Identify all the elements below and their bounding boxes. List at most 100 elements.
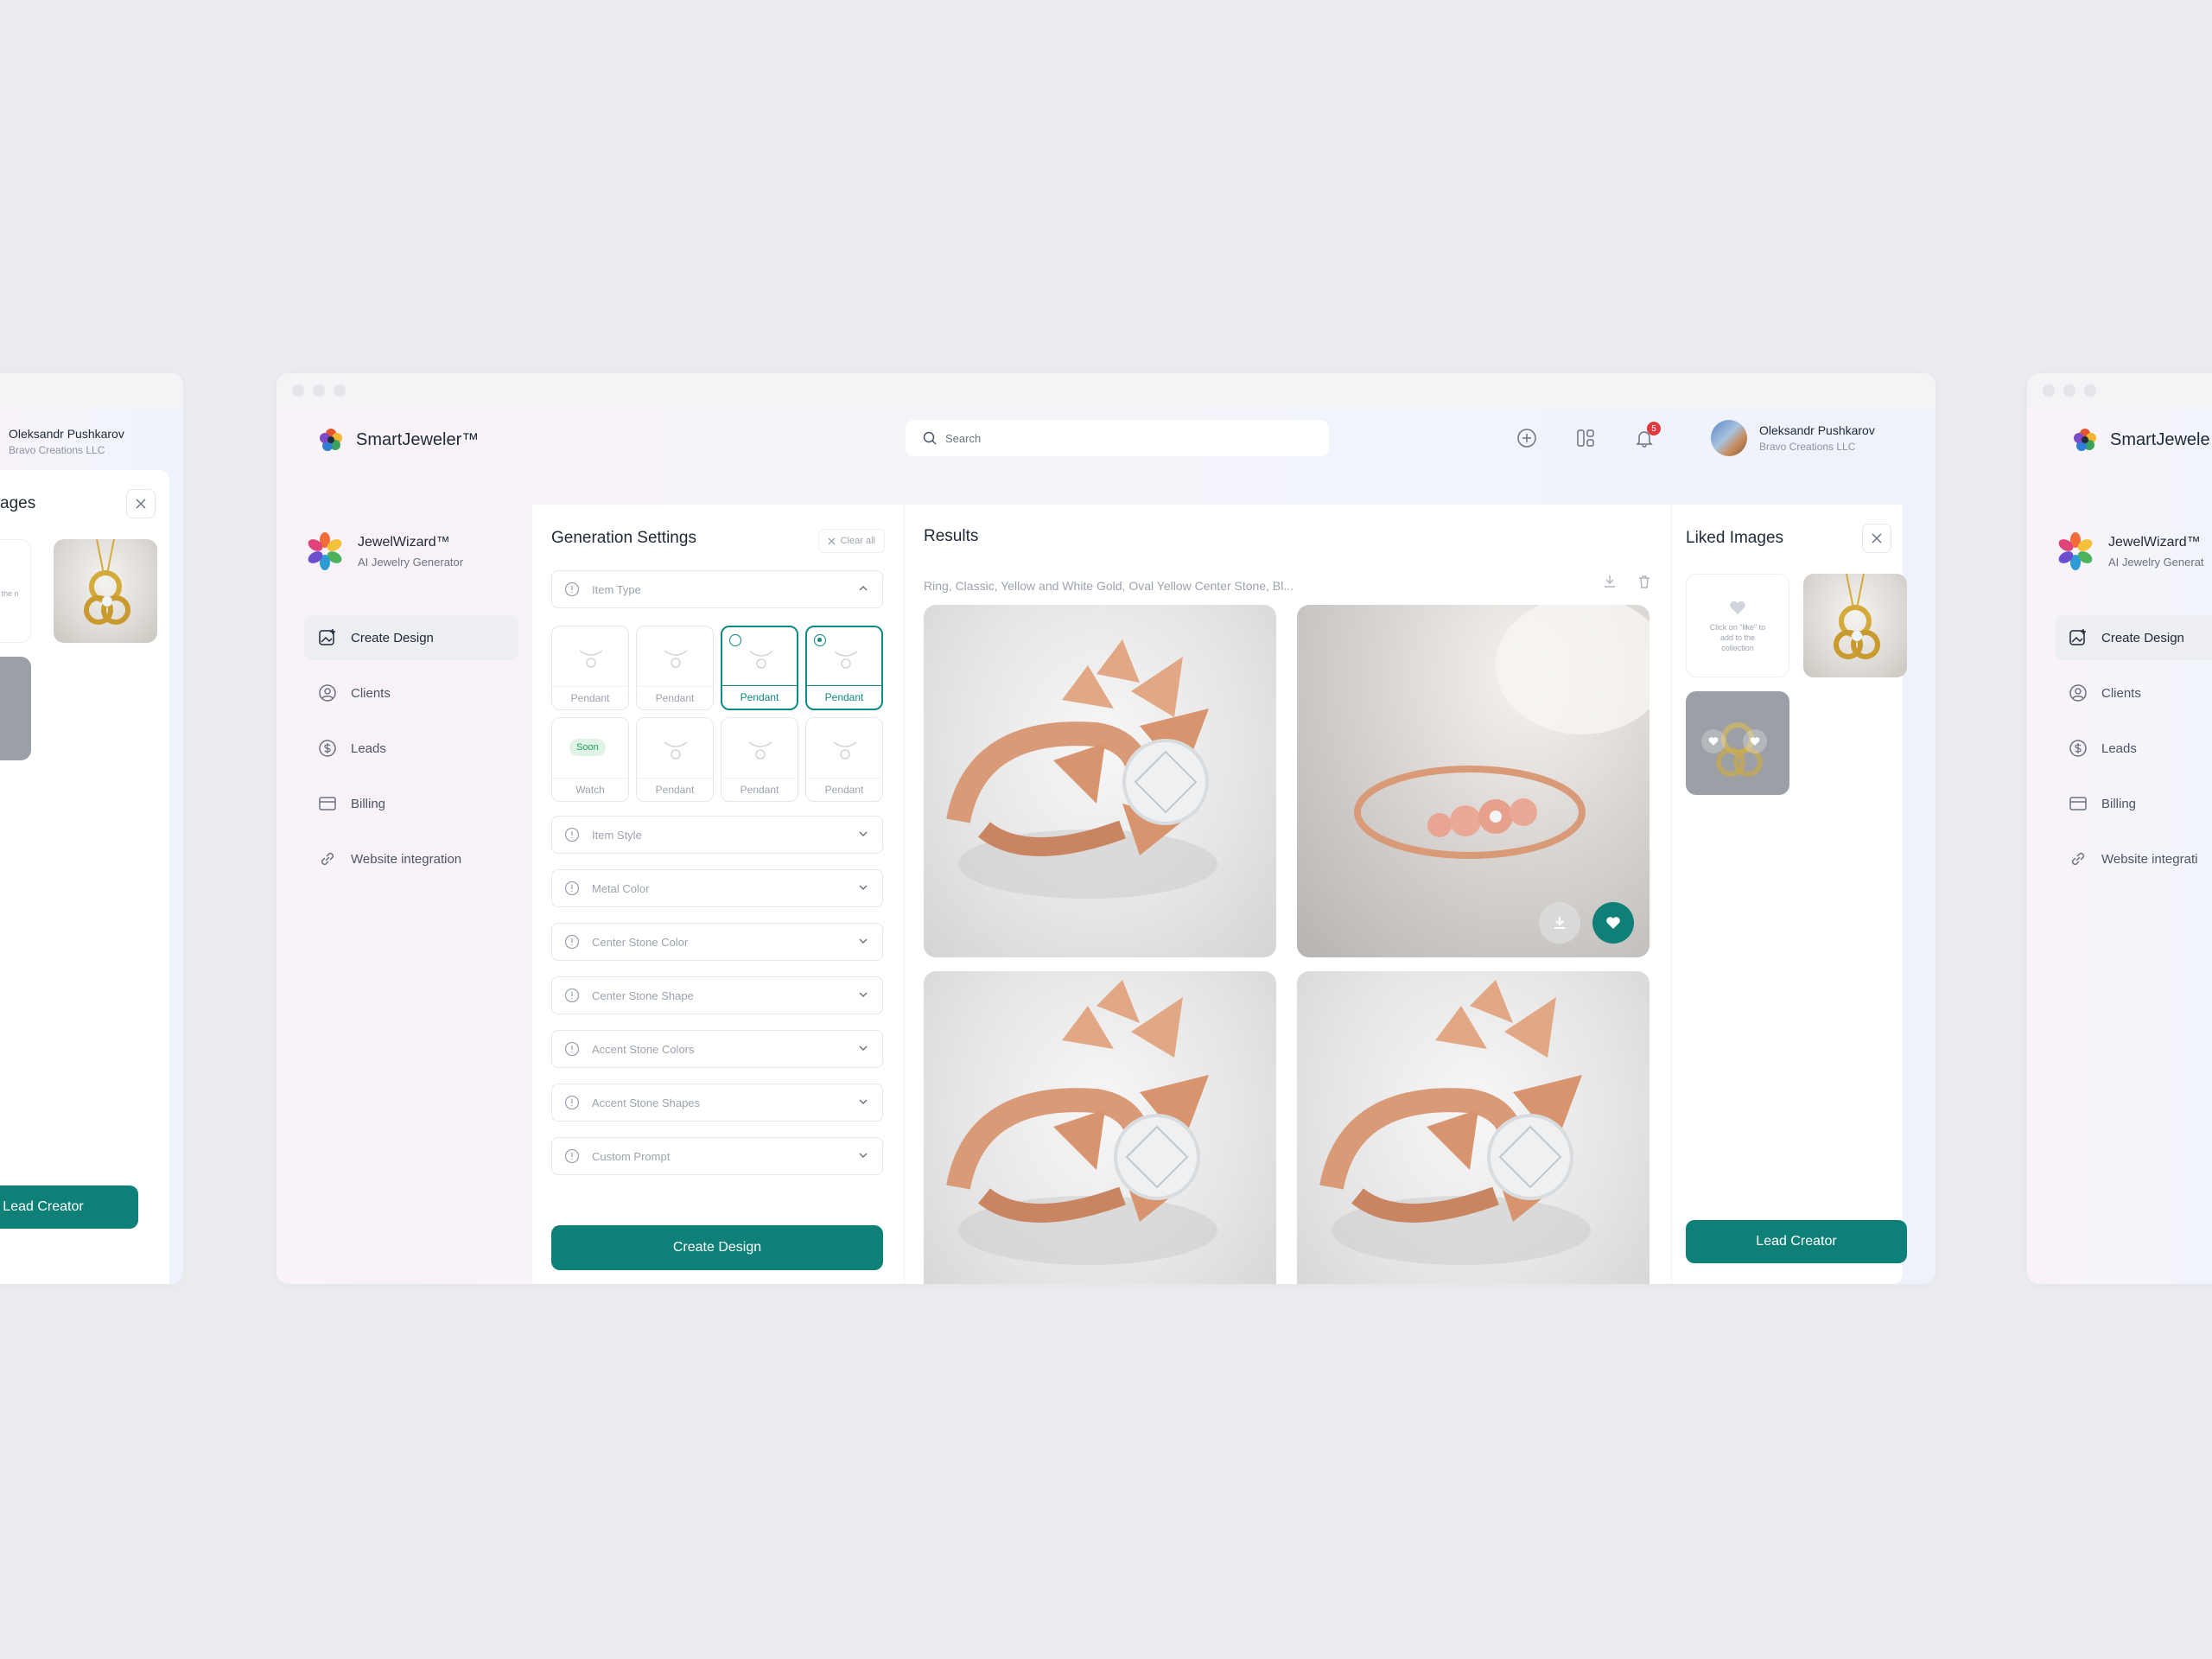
ring-image-icon: [1319, 980, 1591, 1265]
notification-badge: 5: [1647, 422, 1661, 435]
download-button[interactable]: [1539, 902, 1580, 944]
panel-title: ages: [0, 494, 36, 512]
window-dot[interactable]: [292, 385, 304, 397]
create-design-button[interactable]: Create Design: [551, 1225, 883, 1270]
item-style-dropdown[interactable]: Item Style: [551, 816, 883, 854]
hint-text: ike" the n: [0, 589, 19, 598]
sidebar-item-create-design[interactable]: Create Design: [2055, 615, 2212, 660]
result-image[interactable]: [1297, 605, 1649, 957]
chevron-down-icon: [859, 885, 868, 891]
sidebar-item-leads[interactable]: Leads: [304, 726, 518, 771]
window-titlebar: [276, 373, 1936, 408]
sidebar-item-label: Billing: [351, 796, 386, 811]
center-stone-shape-dropdown[interactable]: Center Stone Shape: [551, 976, 883, 1014]
radio-button[interactable]: [814, 634, 826, 646]
info-icon: [564, 827, 580, 842]
item-type-tile-selected[interactable]: Pendant: [805, 626, 883, 710]
brand-subtitle: AI Jewelry Generator: [358, 555, 464, 569]
item-type-tile[interactable]: Pendant: [636, 626, 714, 710]
flower-logo-icon: [2058, 532, 2093, 570]
brand-name: JewelWizard™: [358, 534, 450, 550]
layout-button[interactable]: [1573, 425, 1599, 451]
sidebar-item-billing[interactable]: Billing: [2055, 781, 2212, 826]
unlike-button[interactable]: [1701, 729, 1726, 753]
result-image[interactable]: [924, 971, 1276, 1284]
accent-stone-shapes-dropdown[interactable]: Accent Stone Shapes: [551, 1084, 883, 1122]
accent-stone-colors-dropdown[interactable]: Accent Stone Colors: [551, 1030, 883, 1068]
user-menu[interactable]: Oleksandr Pushkarov Bravo Creations LLC: [1711, 420, 1875, 456]
pendant-icon: [834, 651, 858, 669]
item-type-tile[interactable]: Pendant: [636, 717, 714, 802]
app-logo[interactable]: SmartJewele: [2072, 427, 2210, 453]
search-placeholder: Search: [945, 431, 982, 445]
generation-settings-panel: Generation Settings Clear all Item Type …: [532, 505, 904, 1284]
left-window: Oleksandr Pushkarov Bravo Creations LLC …: [0, 373, 183, 1284]
close-button[interactable]: [1862, 524, 1891, 553]
sidebar-item-billing[interactable]: Billing: [304, 781, 518, 826]
clear-all-button[interactable]: Clear all: [817, 529, 885, 553]
tile-label: Watch: [552, 778, 628, 796]
app-name: SmartJewele: [2110, 429, 2210, 449]
result-image[interactable]: [1297, 971, 1649, 1284]
liked-empty-slot: ike" the n: [0, 539, 31, 643]
item-type-dropdown[interactable]: Item Type: [551, 570, 883, 608]
field-label: Center Stone Shape: [592, 988, 694, 1002]
metal-color-dropdown[interactable]: Metal Color: [551, 869, 883, 907]
liked-thumbnail[interactable]: [1686, 691, 1789, 795]
like-button[interactable]: [1592, 902, 1634, 944]
avatar: [1711, 420, 1747, 456]
info-icon: [564, 1041, 580, 1057]
lead-creator-button[interactable]: Lead Creator: [0, 1185, 138, 1229]
item-type-tile[interactable]: Soon Watch: [551, 717, 629, 802]
item-type-tile[interactable]: Pendant: [721, 626, 798, 710]
dollar-circle-icon: [319, 740, 336, 757]
trash-icon[interactable]: [1637, 574, 1652, 589]
chevron-down-icon: [859, 831, 868, 837]
window-dot[interactable]: [334, 385, 346, 397]
window-dot[interactable]: [2084, 385, 2096, 397]
window-dot[interactable]: [2063, 385, 2075, 397]
close-button[interactable]: [126, 489, 156, 518]
sidebar-item-website-integration[interactable]: Website integration: [304, 836, 518, 881]
field-label: Accent Stone Colors: [592, 1042, 695, 1056]
user-org: Bravo Creations LLC: [9, 444, 105, 456]
sidebar-item-clients[interactable]: Clients: [304, 671, 518, 715]
panel-title: Liked Images: [1686, 529, 1784, 547]
sidebar-item-leads[interactable]: Leads: [2055, 726, 2212, 771]
result-image[interactable]: [924, 605, 1276, 957]
window-dot[interactable]: [313, 385, 325, 397]
lead-creator-button[interactable]: Lead Creator: [1686, 1220, 1907, 1263]
add-button[interactable]: [1514, 425, 1540, 451]
plus-circle-icon: [1517, 429, 1536, 448]
liked-thumbnail[interactable]: [0, 657, 31, 760]
user-name: Oleksandr Pushkarov: [9, 427, 124, 441]
sidebar-item-website-integration[interactable]: Website integrati: [2055, 836, 2212, 881]
tile-label: Pendant: [807, 685, 881, 703]
app-logo[interactable]: SmartJeweler™: [318, 427, 479, 453]
item-type-tile[interactable]: Pendant: [551, 626, 629, 710]
sidebar-item-clients[interactable]: Clients: [2055, 671, 2212, 715]
item-type-tile[interactable]: Pendant: [721, 717, 798, 802]
sidebar-item-label: Clients: [2101, 685, 2141, 701]
notifications-button[interactable]: 5: [1631, 422, 1661, 451]
sidebar-item-create-design[interactable]: Create Design: [304, 615, 518, 660]
liked-thumbnail[interactable]: [54, 539, 157, 643]
heart-icon: [1708, 737, 1719, 746]
center-stone-color-dropdown[interactable]: Center Stone Color: [551, 923, 883, 961]
chevron-down-icon: [859, 1099, 868, 1105]
download-icon[interactable]: [1602, 574, 1618, 589]
search-bar[interactable]: Search: [906, 420, 1329, 456]
user-circle-icon: [319, 684, 336, 702]
custom-prompt-dropdown[interactable]: Custom Prompt: [551, 1137, 883, 1175]
results-panel: Results Ring, Classic, Yellow and White …: [904, 505, 1671, 1284]
liked-thumbnail[interactable]: [1803, 574, 1907, 677]
item-type-tile[interactable]: Pendant: [805, 717, 883, 802]
view-button[interactable]: [1743, 729, 1767, 753]
radio-button[interactable]: [729, 634, 741, 646]
pendant-icon: [664, 650, 688, 668]
pendant-image-icon: [84, 539, 130, 625]
window-dot[interactable]: [2043, 385, 2055, 397]
heart-icon: [1606, 917, 1620, 929]
field-label: Item Type: [592, 582, 641, 596]
user-info: Oleksandr Pushkarov Bravo Creations LLC: [9, 427, 124, 456]
